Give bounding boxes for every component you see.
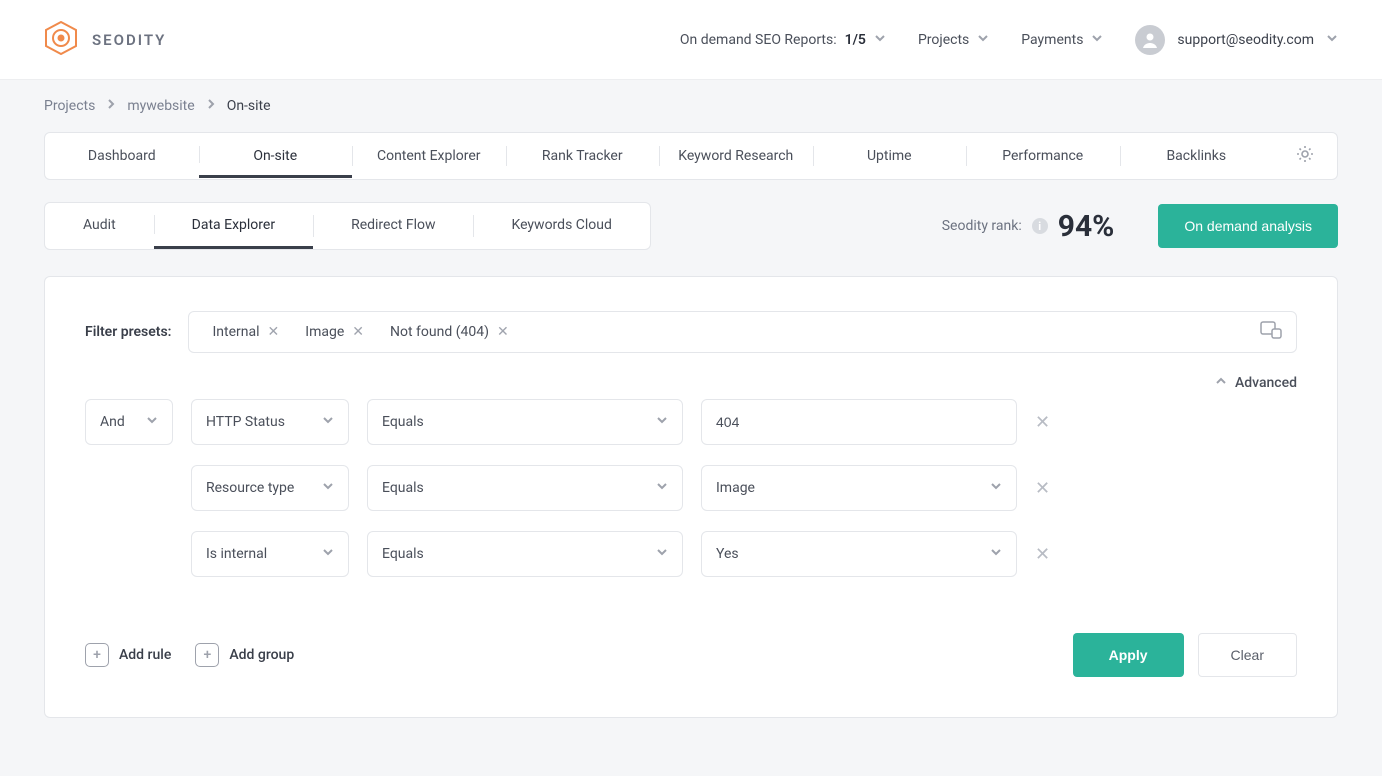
nav-user-menu[interactable]: support@seodity.com (1135, 25, 1338, 55)
gear-icon (1295, 144, 1315, 168)
chevron-down-icon (990, 480, 1002, 496)
advanced-toggle[interactable]: Advanced (85, 375, 1297, 391)
rule-field-select[interactable]: Resource type (191, 465, 349, 511)
remove-rule-button[interactable]: ✕ (1035, 544, 1050, 565)
tab-performance[interactable]: Performance (966, 134, 1120, 178)
save-preset-icon[interactable] (1260, 321, 1282, 343)
filter-chip-label: Internal (213, 324, 260, 340)
chevron-down-icon (322, 546, 334, 562)
brand-name: SEODITY (92, 31, 166, 49)
rule-operator-select[interactable]: Equals (367, 465, 683, 511)
remove-rule-button[interactable]: ✕ (1035, 412, 1050, 433)
main-tabs: DashboardOn-siteContent ExplorerRank Tra… (44, 132, 1338, 180)
chevron-up-icon (1215, 375, 1227, 391)
tab-uptime[interactable]: Uptime (813, 134, 967, 178)
filter-chip: Image ✕ (295, 320, 374, 344)
filter-panel: Filter presets: Internal✕Image✕Not found… (44, 276, 1338, 718)
chevron-down-icon (656, 546, 668, 562)
tab-rank-tracker[interactable]: Rank Tracker (506, 134, 660, 178)
rule-field-select[interactable]: Is internal (191, 531, 349, 577)
tab-backlinks[interactable]: Backlinks (1120, 134, 1274, 178)
breadcrumb-item: On-site (227, 98, 271, 114)
filter-rule-row: And HTTP Status Equals ✕ (85, 399, 1297, 445)
subtab-keywords-cloud[interactable]: Keywords Cloud (473, 203, 649, 249)
remove-rule-button[interactable]: ✕ (1035, 478, 1050, 499)
chevron-down-icon (656, 414, 668, 430)
sub-tabs: AuditData ExplorerRedirect FlowKeywords … (44, 202, 651, 250)
chevron-down-icon (990, 546, 1002, 562)
filter-chip-label: Image (305, 324, 344, 340)
subtab-audit[interactable]: Audit (45, 203, 154, 249)
chevron-down-icon (874, 32, 886, 48)
rank-block: Seodity rank: i 94% (942, 209, 1115, 244)
user-email: support@seodity.com (1177, 32, 1314, 48)
nav-payments[interactable]: Payments (1021, 32, 1103, 48)
rule-value-input[interactable] (701, 399, 1017, 445)
chevron-down-icon (1326, 32, 1338, 48)
info-icon[interactable]: i (1032, 218, 1048, 234)
filter-presets-input[interactable]: Internal ✕ Image ✕ Not found (404) ✕ (188, 311, 1298, 353)
on-demand-analysis-button[interactable]: On demand analysis (1158, 204, 1338, 248)
rule-logic-select[interactable]: And (85, 399, 173, 445)
settings-button[interactable] (1273, 144, 1337, 168)
tab-keyword-research[interactable]: Keyword Research (659, 134, 813, 178)
filter-chip: Internal ✕ (203, 320, 290, 344)
filter-rules: And HTTP Status Equals ✕ Resource type Equals… (85, 399, 1297, 577)
chevron-down-icon (146, 414, 158, 430)
sub-row: AuditData ExplorerRedirect FlowKeywords … (44, 202, 1338, 250)
rule-operator-select[interactable]: Equals (367, 399, 683, 445)
rule-operator-select[interactable]: Equals (367, 531, 683, 577)
subtab-redirect-flow[interactable]: Redirect Flow (313, 203, 473, 249)
tab-on-site[interactable]: On-site (199, 134, 353, 178)
subtab-data-explorer[interactable]: Data Explorer (154, 203, 313, 249)
plus-icon: + (195, 643, 219, 667)
rank-label: Seodity rank: (942, 218, 1022, 234)
filter-rule-row: Is internal Equals Yes ✕ (85, 531, 1297, 577)
clear-button[interactable]: Clear (1198, 633, 1297, 677)
tab-dashboard[interactable]: Dashboard (45, 134, 199, 178)
close-icon[interactable]: ✕ (352, 324, 364, 340)
breadcrumb: Projects mywebsite On-site (0, 80, 1382, 132)
nav-seo-reports-label: On demand SEO Reports: (680, 32, 837, 48)
logo-icon (44, 21, 78, 59)
tab-content-explorer[interactable]: Content Explorer (352, 134, 506, 178)
close-icon[interactable]: ✕ (268, 324, 280, 340)
filter-chip-label: Not found (404) (390, 324, 489, 340)
chevron-right-icon (105, 98, 117, 114)
rule-value-select[interactable]: Image (701, 465, 1017, 511)
brand: SEODITY (44, 21, 166, 59)
apply-button[interactable]: Apply (1073, 633, 1184, 677)
rule-field-select[interactable]: HTTP Status (191, 399, 349, 445)
chevron-right-icon (205, 98, 217, 114)
add-rule-button[interactable]: + Add rule (85, 643, 171, 667)
rank-value: 94% (1058, 209, 1115, 244)
breadcrumb-item[interactable]: mywebsite (127, 98, 194, 114)
breadcrumb-item[interactable]: Projects (44, 98, 95, 114)
chevron-down-icon (322, 480, 334, 496)
nav-projects[interactable]: Projects (918, 32, 989, 48)
add-group-button[interactable]: + Add group (195, 643, 294, 667)
close-icon[interactable]: ✕ (497, 324, 509, 340)
plus-icon: + (85, 643, 109, 667)
nav-seo-reports-count: 1/5 (845, 32, 866, 48)
rule-value-select[interactable]: Yes (701, 531, 1017, 577)
filter-chip: Not found (404) ✕ (380, 320, 519, 344)
app-header: SEODITY On demand SEO Reports: 1/5 Proje… (0, 0, 1382, 80)
filter-rule-row: Resource type Equals Image ✕ (85, 465, 1297, 511)
chevron-down-icon (977, 32, 989, 48)
nav-seo-reports[interactable]: On demand SEO Reports: 1/5 (680, 32, 886, 48)
filter-presets-label: Filter presets: (85, 324, 172, 340)
chevron-down-icon (1091, 32, 1103, 48)
chevron-down-icon (656, 480, 668, 496)
avatar (1135, 25, 1165, 55)
chevron-down-icon (322, 414, 334, 430)
